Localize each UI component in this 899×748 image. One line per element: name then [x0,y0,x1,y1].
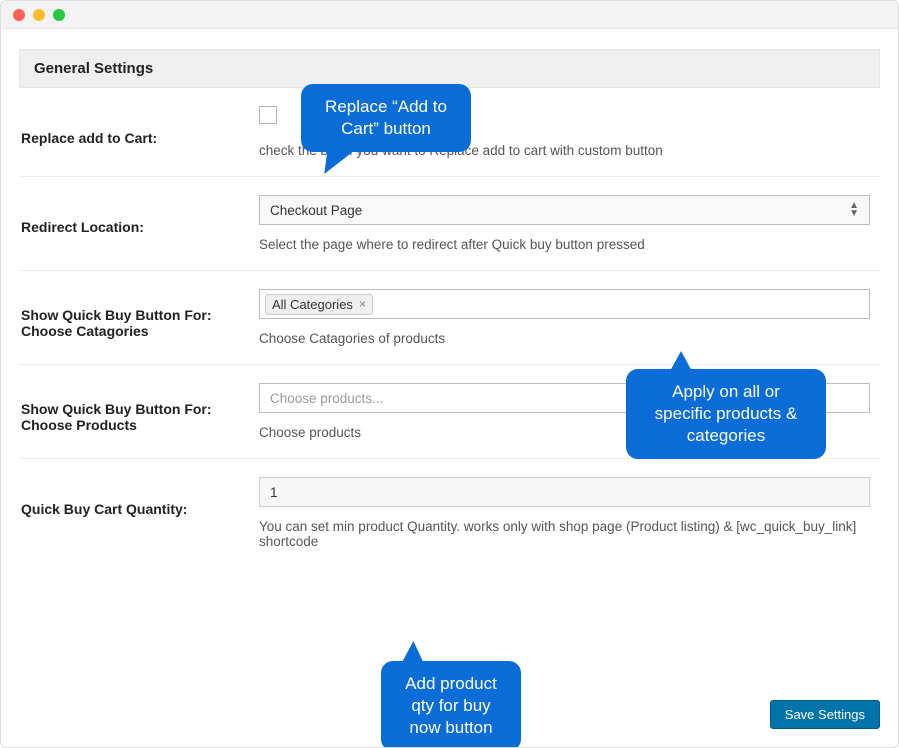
categories-desc: Choose Catagories of products [259,331,870,346]
label-quantity: Quick Buy Cart Quantity: [19,477,259,517]
callout-replace-text: Replace “Add to Cart” button [325,97,447,138]
settings-window: General Settings Replace add to Cart: ch… [0,0,899,748]
category-tag: All Categories × [265,294,373,315]
categories-tag-input[interactable]: All Categories × [259,289,870,319]
label-replace: Replace add to Cart: [19,106,259,146]
quantity-desc: You can set min product Quantity. works … [259,519,870,549]
callout-qty: Add product qty for buy now button [381,661,521,748]
label-redirect: Redirect Location: [19,195,259,235]
field-categories: All Categories × Choose Catagories of pr… [259,289,880,346]
field-quantity: 1 You can set min product Quantity. work… [259,477,880,549]
field-redirect: Checkout Page ▲▼ Select the page where t… [259,195,880,252]
row-quantity: Quick Buy Cart Quantity: 1 You can set m… [19,459,880,567]
content-area: General Settings Replace add to Cart: ch… [1,29,898,747]
category-tag-label: All Categories [272,297,353,312]
redirect-select[interactable]: Checkout Page ▲▼ [259,195,870,225]
callout-apply: Apply on all or specific products & cate… [626,369,826,459]
section-header: General Settings [19,49,880,88]
callout-apply-text: Apply on all or specific products & cate… [655,382,798,445]
remove-tag-icon[interactable]: × [359,297,366,311]
callout-replace: Replace “Add to Cart” button [301,84,471,152]
window-titlebar [1,1,898,29]
quantity-value: 1 [270,485,278,500]
row-choose-categories: Show Quick Buy Button For: Choose Catago… [19,271,880,365]
maximize-icon[interactable] [53,9,65,21]
callout-tail-icon [401,641,434,665]
redirect-desc: Select the page where to redirect after … [259,237,870,252]
products-placeholder: Choose products... [270,391,383,406]
callout-qty-text: Add product qty for buy now button [405,674,497,737]
redirect-select-value: Checkout Page [270,203,362,218]
quantity-input[interactable]: 1 [259,477,870,507]
row-redirect-location: Redirect Location: Checkout Page ▲▼ Sele… [19,177,880,271]
label-categories: Show Quick Buy Button For: Choose Catago… [19,289,259,339]
replace-checkbox[interactable] [259,106,277,124]
label-products: Show Quick Buy Button For: Choose Produc… [19,383,259,433]
close-icon[interactable] [13,9,25,21]
save-settings-button[interactable]: Save Settings [770,700,880,729]
minimize-icon[interactable] [33,9,45,21]
select-chevron-icon: ▲▼ [849,202,859,218]
